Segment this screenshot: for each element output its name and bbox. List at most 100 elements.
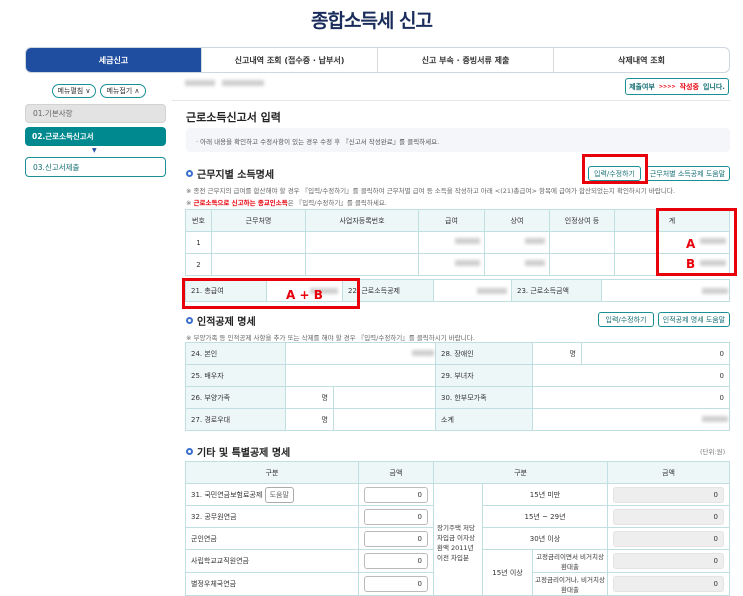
woman-value: 0 xyxy=(532,364,730,387)
tab-filing-history[interactable]: 신고내역 조회 (접수증 · 납부서) xyxy=(201,48,377,72)
sub-label: 15년 ~ 29년 xyxy=(481,505,609,528)
work-income-title: 근무지별 소득명세 xyxy=(186,166,274,181)
annotation-a: A xyxy=(686,237,696,251)
gov-pension-input[interactable]: 0 xyxy=(364,508,428,525)
col-bonus: 상여 xyxy=(484,209,550,232)
personal-help-button[interactable]: 인적공제 명세 도움말 xyxy=(658,312,730,327)
special-title-text: 기타 및 특별공제 명세 xyxy=(197,448,291,459)
step-basic-info[interactable]: 01.기본사항 xyxy=(25,104,166,123)
sub-label: 15년 이상 xyxy=(482,549,533,596)
redacted-value xyxy=(455,260,480,266)
amount-field: 0 xyxy=(613,576,724,592)
amount-field: 0 xyxy=(613,486,724,503)
teacher-pension-label: 사립학교교직원연금 xyxy=(185,549,359,573)
personal-edit-button[interactable]: 입력/수정하기 xyxy=(598,312,654,327)
row-no: 1 xyxy=(185,231,212,254)
bullet-icon xyxy=(186,448,193,455)
col-bizno: 사업자등록번호 xyxy=(305,209,419,232)
redacted-value xyxy=(702,288,728,294)
unit: 명 xyxy=(285,408,334,431)
col-salary: 급여 xyxy=(418,209,485,232)
spouse-label: 25. 배우자 xyxy=(185,364,286,387)
note-red: 근로소득으로 신고하는 종교인소득 xyxy=(193,199,288,207)
self-label: 24. 본인 xyxy=(185,342,286,365)
personal-title-text: 인적공제 명세 xyxy=(197,317,256,328)
pension-row: 31. 국민연금보험료공제 도움말 xyxy=(185,483,359,506)
pension-label: 31. 국민연금보험료공제 xyxy=(191,490,263,499)
section-heading: 근로소득신고서 입력 xyxy=(186,111,281,124)
work-note-2: ※ 근로소득으로 신고하는 종교인소득은 『입력/수정하기』를 클릭하세요. xyxy=(186,197,387,207)
redacted-value xyxy=(525,260,545,266)
income-amount-label: 23. 근로소득금액 xyxy=(511,279,602,302)
expand-menu-button[interactable]: 메뉴펼침 ∨ xyxy=(52,84,96,98)
work-title-text: 근무지별 소득명세 xyxy=(197,170,275,181)
status-suffix: 입니다. xyxy=(702,82,725,91)
annotation-b: B xyxy=(686,257,696,271)
personal-note: ※ 부양가족 등 인적공제 사항을 추가 또는 삭제를 해야 할 경우 『입력/… xyxy=(186,334,475,342)
work-help-button[interactable]: 근무처별 소득공제 도움말 xyxy=(645,166,730,181)
col-amount: 금액 xyxy=(358,461,434,484)
subtotal-label: 소계 xyxy=(435,408,533,431)
bullet-icon xyxy=(186,170,193,177)
subsub-label: 고정금리이면서 비거치상환대출 xyxy=(531,549,609,573)
special-table: 구분 금액 구분 금액 31. 국민연금보험료공제 도움말 0 장기주택 저당차입금 이… xyxy=(185,461,730,596)
redacted-id xyxy=(222,80,264,86)
annotation-sum: A + B xyxy=(286,288,323,302)
amount-field: 0 xyxy=(613,530,724,547)
gov-pension-label: 32. 공무원연금 xyxy=(185,505,359,528)
col-deemed-bonus: 인정상여 등 xyxy=(549,209,615,232)
redacted-value xyxy=(412,350,434,356)
unit-label: (단위:원) xyxy=(700,448,726,456)
col-no: 번호 xyxy=(185,209,212,232)
redacted-value xyxy=(702,416,728,422)
status-state: 작성중 xyxy=(679,82,699,91)
redacted-value xyxy=(477,288,507,294)
tab-tax-filing[interactable]: 세금신고 xyxy=(26,48,201,72)
mortgage-group-label: 장기주택 저당차입금 이자상환액 2011년 이전 차입분 xyxy=(433,483,483,596)
status-arrows: >>>> xyxy=(658,83,676,90)
step-arrow-icon: ▼ xyxy=(92,147,97,154)
work-note-1: ※ 종전 근무지의 급여를 합산해야 할 경우 『입력/수정하기』를 클릭하여 … xyxy=(186,187,675,195)
page-title: 종합소득세 신고 xyxy=(311,10,433,32)
col-workplace: 근무처명 xyxy=(211,209,306,232)
collapse-menu-button[interactable]: 메뉴접기 ∧ xyxy=(100,84,146,98)
redacted-value xyxy=(455,238,480,244)
military-pension-label: 군인연금 xyxy=(185,527,359,550)
info-box: · 아래 내용을 확인하고 수정사항이 있는 경우 수정 후 『신고서 작성완료… xyxy=(186,128,730,152)
help-button[interactable]: 도움말 xyxy=(264,486,294,503)
single-parent-value: 0 xyxy=(532,386,730,409)
status-label: 제출여부 xyxy=(629,82,655,91)
sub-label: 15년 미만 xyxy=(481,483,609,506)
personal-table: 24. 본인 28. 장애인 명 0 25. 배우자 29. 부녀자 0 26. 부양가족… xyxy=(185,342,730,431)
single-parent-label: 30. 한부모가족 xyxy=(435,386,533,409)
personal-title: 인적공제 명세 xyxy=(186,313,256,328)
dependents-label: 26. 부양가족 xyxy=(185,386,286,409)
unit: 명 xyxy=(532,342,582,365)
redacted-value xyxy=(525,238,545,244)
annotation-box xyxy=(182,278,360,309)
tab-attachments[interactable]: 신고 부속 · 증빙서류 제출 xyxy=(377,48,553,72)
teacher-pension-input[interactable]: 0 xyxy=(364,553,428,569)
amount-field: 0 xyxy=(613,508,724,525)
redacted-name xyxy=(185,80,215,86)
woman-label: 29. 부녀자 xyxy=(435,364,533,387)
military-pension-input[interactable]: 0 xyxy=(364,530,428,547)
disabled-value: 0 xyxy=(581,342,730,365)
col-category: 구분 xyxy=(185,461,359,484)
bullet-icon xyxy=(186,317,193,324)
postal-pension-label: 별정우체국연금 xyxy=(185,572,359,596)
amount-field: 0 xyxy=(613,553,724,569)
annotation-box xyxy=(582,154,648,184)
step-earned-income[interactable]: 02.근로소득신고서 xyxy=(25,127,166,146)
elderly-label: 27. 경로우대 xyxy=(185,408,286,431)
annotation-box xyxy=(656,208,737,276)
note-suffix: 은 『입력/수정하기』를 클릭하세요. xyxy=(287,199,387,207)
postal-pension-input[interactable]: 0 xyxy=(364,576,428,592)
disabled-label: 28. 장애인 xyxy=(435,342,533,365)
unit: 명 xyxy=(285,386,334,409)
tab-deleted-history[interactable]: 삭제내역 조회 xyxy=(553,48,729,72)
subsub-label: 고정금리이거나, 비거치상환대출 xyxy=(531,572,609,596)
special-title: 기타 및 특별공제 명세 xyxy=(186,444,290,459)
pension-input[interactable]: 0 xyxy=(364,486,428,503)
step-submit[interactable]: 03.신고서제출 xyxy=(25,157,166,177)
